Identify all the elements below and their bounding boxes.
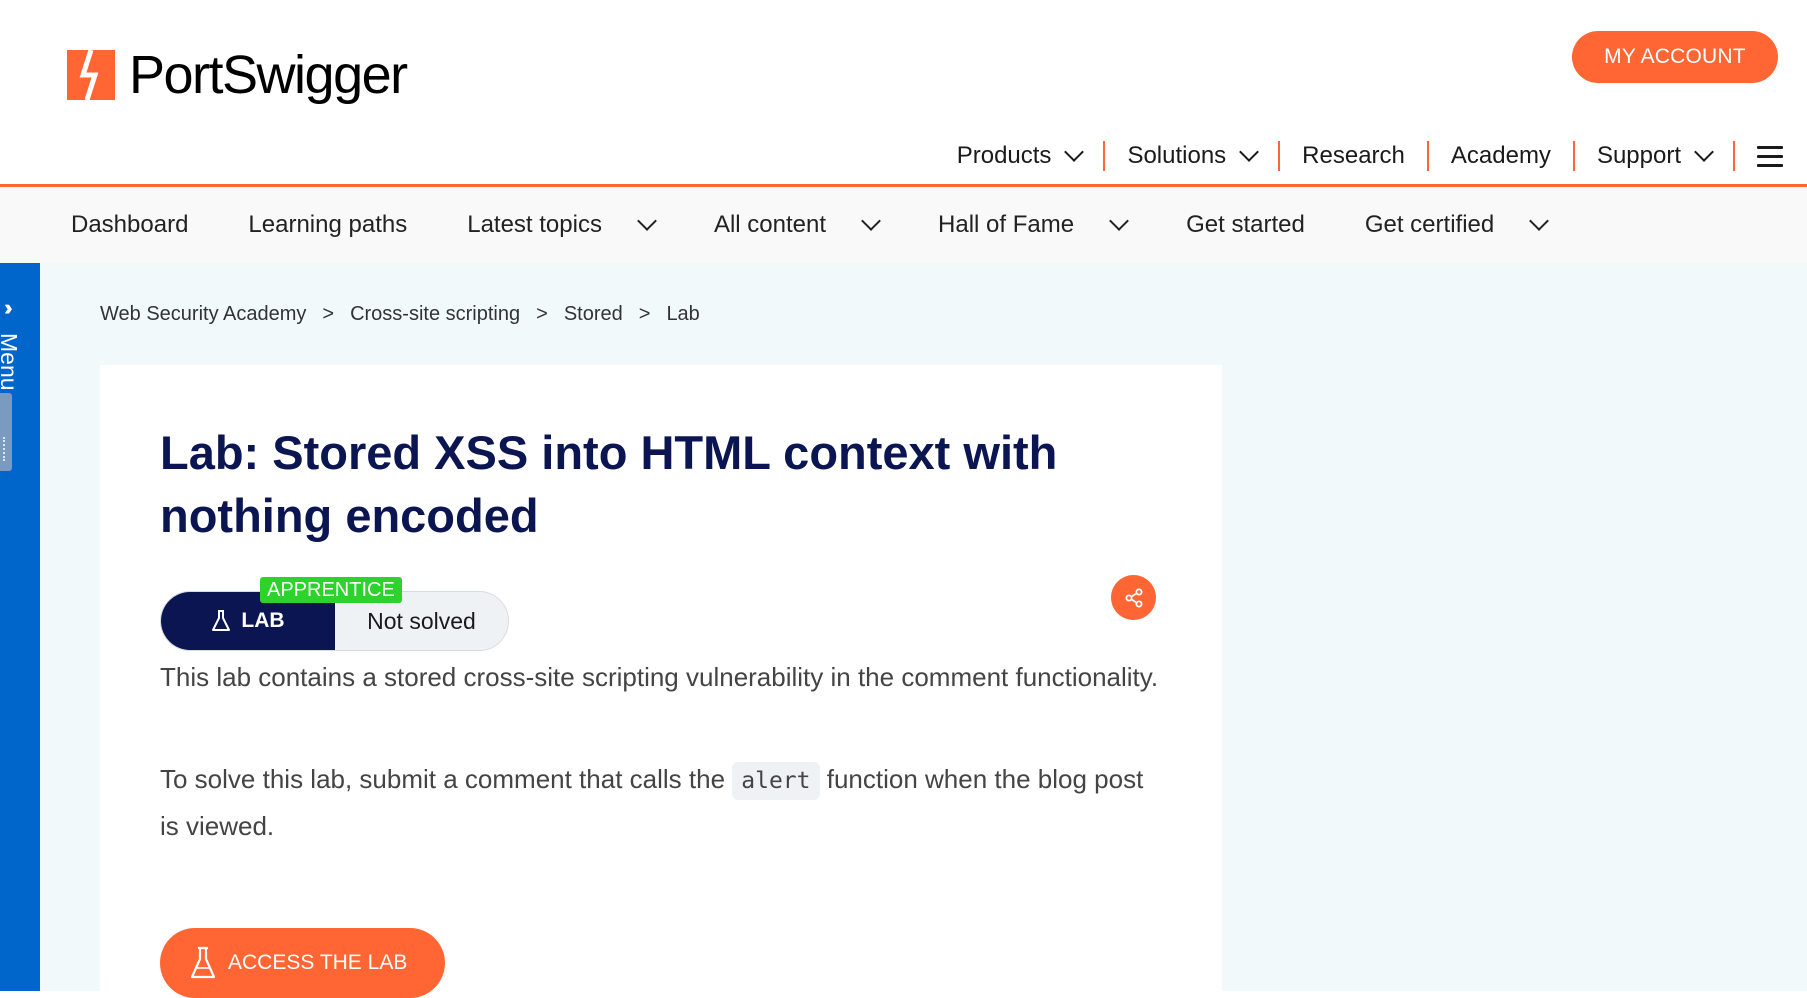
lab-label: LAB bbox=[241, 609, 285, 632]
page-title: Lab: Stored XSS into HTML context with n… bbox=[160, 426, 1058, 542]
breadcrumb: Web Security Academy > Cross-site script… bbox=[100, 303, 700, 326]
lab-instructions: To solve this lab, submit a comment that… bbox=[160, 757, 1160, 849]
nav-item-academy[interactable]: Academy bbox=[1429, 141, 1575, 171]
subnav-item-label: Get certified bbox=[1364, 211, 1495, 238]
subnav-item-label: Latest topics bbox=[467, 211, 602, 238]
hamburger-icon[interactable] bbox=[1757, 145, 1783, 167]
breadcrumb-separator: > bbox=[638, 303, 651, 325]
portswigger-logo[interactable]: PortSwigger bbox=[67, 45, 408, 105]
level-badge: APPRENTICE bbox=[260, 577, 402, 603]
side-menu-toggle[interactable]: ›› Menu bbox=[0, 263, 40, 991]
nav-item-products[interactable]: Products bbox=[957, 141, 1106, 171]
portswigger-logo-icon bbox=[67, 50, 115, 100]
nav-item-support[interactable]: Support bbox=[1575, 141, 1735, 171]
breadcrumb-link-xss[interactable]: Cross-site scripting bbox=[350, 303, 520, 326]
breadcrumb-separator: > bbox=[536, 303, 548, 325]
chevron-down-icon bbox=[637, 211, 657, 231]
lab-description: This lab contains a stored cross-site sc… bbox=[160, 662, 1159, 692]
breadcrumb-separator: > bbox=[322, 303, 335, 325]
access-lab-button[interactable]: ACCESS THE LAB bbox=[160, 928, 445, 998]
flask-icon bbox=[190, 946, 216, 979]
subnav-item-latest-topics[interactable]: Latest topics bbox=[467, 211, 657, 239]
chevron-down-icon bbox=[1694, 142, 1714, 162]
chevron-down-icon bbox=[1529, 211, 1550, 231]
subnav-item-get-certified[interactable]: Get certified bbox=[1364, 211, 1550, 239]
subnav-item-label: Dashboard bbox=[71, 211, 189, 238]
chevron-down-icon bbox=[1064, 142, 1085, 162]
subnav-item-dashboard[interactable]: Dashboard bbox=[71, 211, 188, 239]
chevron-down-icon bbox=[1239, 142, 1260, 162]
nav-item-label: Products bbox=[956, 142, 1052, 169]
subnav-item-hall-of-fame[interactable]: Hall of Fame bbox=[938, 211, 1129, 239]
lab-card: Lab: Stored XSS into HTML context with n… bbox=[100, 365, 1222, 998]
breadcrumb-link-lab[interactable]: Lab bbox=[666, 303, 699, 326]
share-icon bbox=[1125, 588, 1142, 607]
side-menu-label: Menu bbox=[0, 333, 22, 391]
academy-subnav: Dashboard Learning paths Latest topics A… bbox=[0, 187, 1807, 263]
chevron-down-icon bbox=[861, 211, 881, 231]
subnav-item-all-content[interactable]: All content bbox=[713, 211, 881, 239]
breadcrumb-link-academy[interactable]: Web Security Academy bbox=[100, 303, 306, 326]
logo-text: PortSwigger bbox=[129, 45, 408, 105]
nav-item-label: Solutions bbox=[1127, 142, 1227, 169]
subnav-item-learning-paths[interactable]: Learning paths bbox=[248, 211, 407, 239]
site-header: PortSwigger MY ACCOUNT Products Solution… bbox=[0, 0, 1807, 187]
breadcrumb-link-stored[interactable]: Stored bbox=[564, 303, 623, 326]
my-account-button[interactable]: MY ACCOUNT bbox=[1572, 31, 1778, 83]
instructions-text: To solve this lab, submit a comment that… bbox=[160, 764, 733, 794]
status-text: Not solved bbox=[367, 607, 476, 634]
share-button[interactable] bbox=[1111, 575, 1156, 620]
access-lab-label: ACCESS THE LAB bbox=[228, 951, 408, 974]
top-navigation: Products Solutions Research Academy Supp… bbox=[957, 138, 1783, 174]
double-chevron-right-icon: ›› bbox=[4, 295, 12, 320]
subnav-item-label: Get started bbox=[1186, 211, 1305, 238]
subnav-item-get-started[interactable]: Get started bbox=[1186, 211, 1305, 239]
chevron-down-icon bbox=[1109, 211, 1129, 231]
main-content: ›› Menu Web Security Academy > Cross-sit… bbox=[0, 263, 1807, 998]
nav-item-label: Academy bbox=[1450, 142, 1551, 169]
lab-status-widget: APPRENTICE LAB Not solved bbox=[160, 577, 509, 651]
flask-icon bbox=[212, 610, 231, 631]
nav-item-label: Support bbox=[1596, 142, 1681, 169]
nav-item-label: Research bbox=[1302, 142, 1405, 169]
subnav-item-label: Learning paths bbox=[248, 211, 408, 238]
subnav-item-label: All content bbox=[713, 211, 827, 238]
subnav-item-label: Hall of Fame bbox=[938, 211, 1075, 238]
inline-code: alert bbox=[732, 762, 820, 800]
nav-item-research[interactable]: Research bbox=[1280, 141, 1429, 171]
nav-item-solutions[interactable]: Solutions bbox=[1105, 141, 1281, 171]
drag-handle[interactable] bbox=[0, 393, 12, 471]
